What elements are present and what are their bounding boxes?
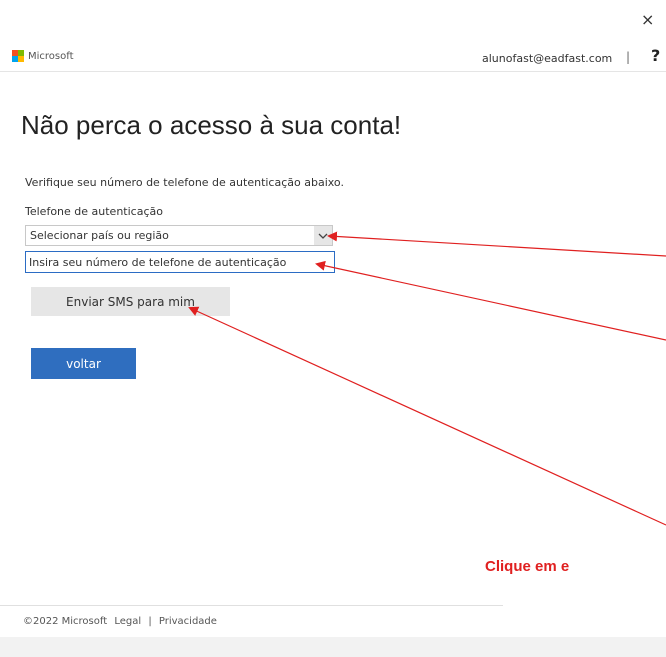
phone-input[interactable]: Insira seu número de telefone de autenti… bbox=[25, 251, 335, 273]
back-button[interactable]: voltar bbox=[31, 348, 136, 379]
footer: ©2022 Microsoft Legal | Privacidade bbox=[23, 616, 221, 627]
annotation-text: Clique em e bbox=[485, 558, 570, 575]
arrow-to-phone-input bbox=[315, 260, 666, 341]
send-sms-button[interactable]: Enviar SMS para mim bbox=[31, 287, 230, 316]
microsoft-logo: Microsoft bbox=[12, 50, 74, 62]
country-select[interactable]: Selecionar país ou região bbox=[25, 225, 333, 246]
logo-text: Microsoft bbox=[28, 50, 74, 62]
page-description: Verifique seu número de telefone de aute… bbox=[25, 176, 344, 189]
arrow-to-sms-button bbox=[188, 306, 666, 526]
top-bar: × Microsoft alunofast@eadfast.com | ? bbox=[0, 0, 666, 72]
close-icon[interactable]: × bbox=[641, 10, 654, 29]
arrow-to-country-select bbox=[327, 231, 666, 257]
footer-copyright: ©2022 Microsoft bbox=[23, 616, 108, 627]
header-divider bbox=[0, 71, 666, 72]
phone-label: Telefone de autenticação bbox=[25, 205, 163, 218]
chevron-down-icon bbox=[314, 226, 332, 245]
footer-privacy-link[interactable]: Privacidade bbox=[159, 616, 217, 627]
account-email: alunofast@eadfast.com bbox=[482, 52, 613, 65]
footer-divider bbox=[0, 605, 503, 606]
footer-divider-char: | bbox=[148, 616, 152, 627]
country-select-value: Selecionar país ou região bbox=[30, 229, 169, 242]
bottom-bar bbox=[0, 637, 666, 657]
phone-input-placeholder: Insira seu número de telefone de autenti… bbox=[29, 255, 287, 269]
help-icon[interactable]: ? bbox=[651, 46, 660, 65]
page-title: Não perca o acesso à sua conta! bbox=[21, 110, 402, 140]
footer-legal-link[interactable]: Legal bbox=[114, 616, 141, 627]
header-separator: | bbox=[626, 50, 631, 64]
microsoft-squares-icon bbox=[12, 50, 24, 62]
